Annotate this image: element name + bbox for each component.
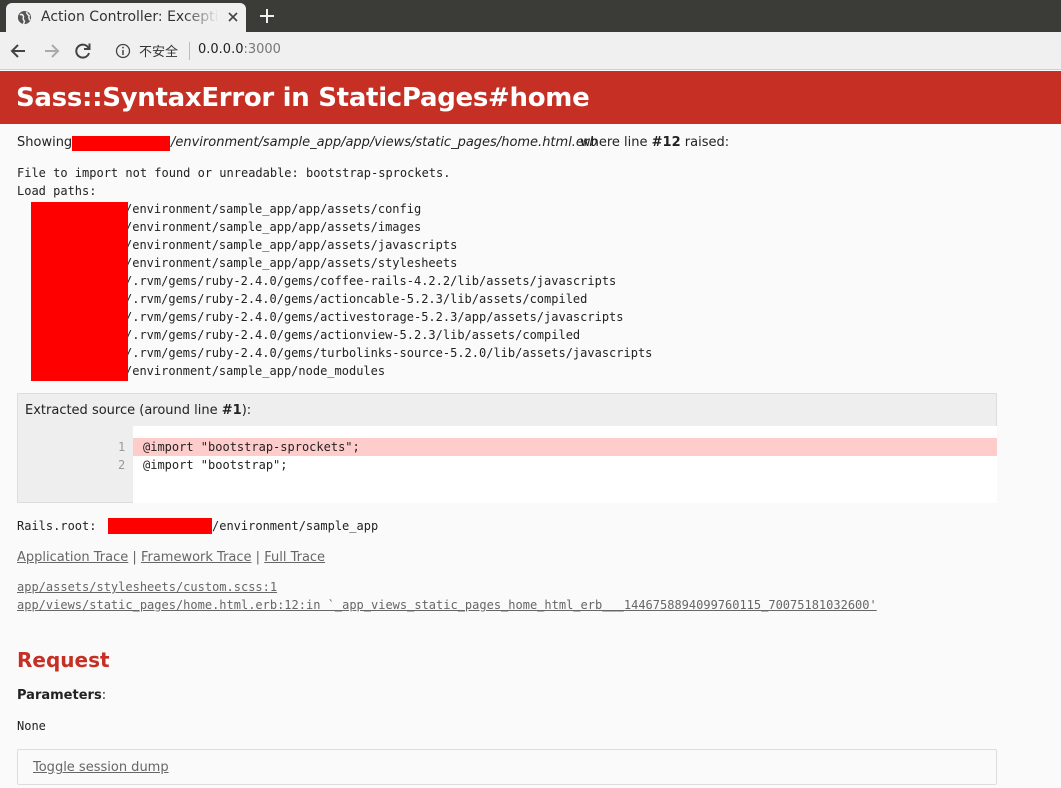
load-path-item: /.rvm/gems/ruby-2.4.0/gems/actioncable-5… [125,292,588,306]
not-secure-label[interactable]: 不安全 [139,41,178,60]
code-line: @import "bootstrap-sprockets"; [143,440,360,454]
extracted-line-number: #1 [221,403,242,418]
extracted-source-header: Extracted source (around line #1): [25,403,251,418]
load-path-item: /.rvm/gems/ruby-2.4.0/gems/coffee-rails-… [125,274,617,288]
parameters-label: Parameters: [17,688,106,703]
code-line: @import "bootstrap"; [143,458,288,472]
trace-line-link[interactable]: app/views/static_pages/home.html.erb:12:… [17,598,877,612]
new-tab-icon[interactable] [256,5,278,27]
load-path-item: /environment/sample_app/node_modules [125,364,386,378]
page-content: Sass::SyntaxError in StaticPages#home Sh… [0,70,1061,788]
url-host: 0.0.0.0 [198,42,244,57]
showing-line: Showing /environment/sample_app/app/view… [17,135,729,150]
trace-separator: | [255,550,261,565]
redacted-path [72,136,170,151]
info-icon[interactable] [115,43,131,59]
tab-title: Action Controller: Exception caught [41,9,219,25]
error-message: File to import not found or unreadable: … [17,166,451,180]
browser-tab[interactable]: Action Controller: Exception caught [6,3,246,32]
rails-root-path: /environment/sample_app [212,519,379,533]
error-header: Sass::SyntaxError in StaticPages#home [0,71,1061,124]
forward-icon[interactable] [41,41,61,61]
rails-root-label: Rails.root: [17,519,97,533]
showing-suffix-post: raised: [680,135,730,150]
toggle-session-dump-link[interactable]: Toggle session dump [33,760,169,775]
parameters-label-text: Parameters [17,688,102,703]
parameters-value: None [17,719,46,733]
showing-prefix: Showing [17,135,73,150]
back-icon[interactable] [9,41,29,61]
load-path-item: /.rvm/gems/ruby-2.4.0/gems/activestorage… [125,310,624,324]
parameters-colon: : [101,688,107,703]
address-bar[interactable]: 0.0.0.0:3000 [198,42,281,57]
browser-toolbar: 不安全 0.0.0.0:3000 [0,32,1061,70]
line-number: 2 [118,458,126,472]
application-trace-link[interactable]: Application Trace [17,550,128,565]
session-dump-box: Toggle session dump [17,749,997,785]
trace-tabs: Application Trace | Framework Trace | Fu… [17,550,325,565]
extracted-label-post: ): [241,403,252,418]
load-paths-label: Load paths: [17,184,97,198]
line-number: 1 [118,440,126,454]
load-path-item: /.rvm/gems/ruby-2.4.0/gems/actionview-5.… [125,328,581,342]
url-separator [189,42,190,60]
tab-strip: Action Controller: Exception caught [0,0,1061,32]
showing-suffix-pre: where line [580,135,652,150]
error-line-number: #12 [651,135,681,150]
extracted-source: Extracted source (around line #1): 1 @im… [17,393,997,503]
load-path-item: /environment/sample_app/app/assets/javas… [125,238,458,252]
framework-trace-link[interactable]: Framework Trace [141,550,252,565]
extracted-label-pre: Extracted source (around line [25,403,222,418]
load-path-item: /environment/sample_app/app/assets/style… [125,256,458,270]
page-title: Sass::SyntaxError in StaticPages#home [16,83,590,113]
globe-icon [17,10,32,25]
request-heading: Request [17,648,110,672]
load-path-item: /environment/sample_app/app/assets/image… [125,220,422,234]
close-tab-icon[interactable] [224,8,242,26]
url-port: :3000 [243,42,281,57]
showing-suffix: where line #12 raised: [580,135,729,150]
load-path-item: /environment/sample_app/app/assets/confi… [125,202,422,216]
reload-icon[interactable] [73,41,93,61]
trace-separator: | [132,550,137,565]
load-path-item: /.rvm/gems/ruby-2.4.0/gems/turbolinks-so… [125,346,653,360]
full-trace-link[interactable]: Full Trace [264,550,325,565]
redacted-load-path-prefix [31,202,128,381]
source-code: 1 @import "bootstrap-sprockets"; 2 @impo… [118,426,997,503]
redacted-rails-root [108,518,212,534]
trace-line-link[interactable]: app/assets/stylesheets/custom.scss:1 [17,580,277,594]
template-path: /environment/sample_app/app/views/static… [171,135,598,150]
